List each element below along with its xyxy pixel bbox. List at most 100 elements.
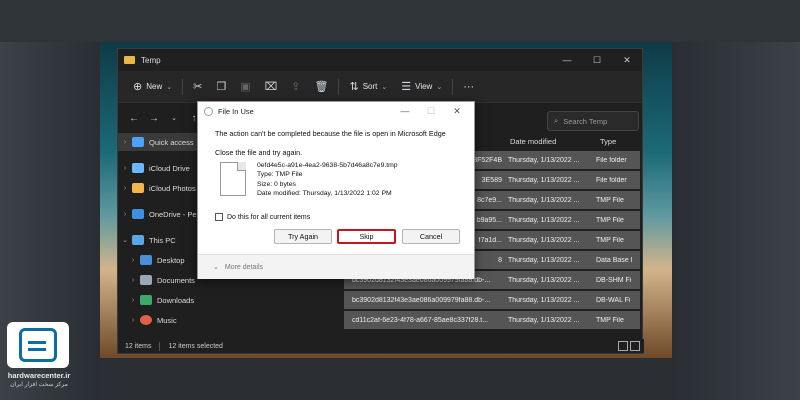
column-header-type[interactable]: Type bbox=[600, 137, 616, 146]
status-bar: 12 items 12 items selected bbox=[118, 339, 644, 353]
view-button[interactable]: ☰ View ⌄ bbox=[394, 75, 449, 99]
copy-button[interactable]: ❐ bbox=[209, 75, 233, 99]
file-type: TMP File bbox=[596, 316, 624, 324]
sidebar-item-downloads[interactable]: › Downloads bbox=[118, 291, 228, 309]
scissors-icon: ✂ bbox=[193, 81, 203, 93]
file-type: Type: TMP File bbox=[257, 171, 303, 179]
divider bbox=[452, 78, 454, 95]
search-icon: ⌕ bbox=[554, 116, 559, 125]
file-date: Thursday, 1/13/2022 ... bbox=[508, 156, 580, 164]
try-again-button[interactable]: Try Again bbox=[274, 229, 332, 244]
chevron-down-icon[interactable]: ⌄ bbox=[164, 114, 184, 122]
skip-button[interactable]: Skip bbox=[337, 229, 396, 244]
chevron-down-icon: ⌄ bbox=[122, 237, 128, 244]
computer-icon bbox=[132, 235, 144, 245]
close-icon[interactable]: ✕ bbox=[444, 104, 470, 118]
dialog-title: File In Use bbox=[218, 106, 254, 116]
minimize-icon[interactable]: — bbox=[392, 104, 418, 118]
view-icon: ☰ bbox=[401, 81, 412, 93]
delete-button[interactable]: 🗑 bbox=[308, 75, 336, 99]
table-row[interactable]: bc3902d8132f43e3ae086a009979fa88.db-... … bbox=[344, 291, 640, 309]
chevron-right-icon: › bbox=[131, 316, 135, 324]
checkbox-label: Do this for all current items bbox=[227, 213, 311, 221]
table-row[interactable]: cd11c2af-6e23-4f78-a667-85ae8c337f28.t..… bbox=[344, 311, 640, 329]
selected-count: 12 items selected bbox=[168, 342, 223, 350]
file-name: 0efd4e5c-a91e-4ea2-9638-5b7d46a8c7e9.tmp bbox=[257, 162, 398, 169]
desktop-backdrop-top bbox=[0, 0, 800, 42]
file-date: Thursday, 1/13/2022 ... bbox=[508, 216, 580, 224]
cut-button[interactable]: ✂ bbox=[186, 75, 209, 99]
star-icon bbox=[132, 137, 144, 147]
minimize-icon[interactable]: — bbox=[552, 49, 582, 71]
chevron-right-icon: › bbox=[131, 276, 135, 284]
chevron-right-icon: › bbox=[123, 210, 127, 218]
desktop-backdrop-bottom bbox=[100, 358, 672, 400]
dialog-instruction: Close the file and try again. bbox=[215, 148, 303, 157]
window-controls: — ☐ ✕ bbox=[552, 49, 642, 71]
rename-button[interactable]: ⌧ bbox=[258, 75, 285, 99]
chevron-right-icon: › bbox=[123, 138, 127, 146]
file-type: TMP File bbox=[596, 196, 624, 204]
apply-all-checkbox[interactable] bbox=[215, 213, 223, 221]
back-arrow-icon[interactable]: ← bbox=[124, 113, 144, 124]
sort-button[interactable]: ⇅ Sort ⌄ bbox=[342, 75, 394, 99]
trash-icon: 🗑 bbox=[314, 81, 329, 93]
column-header-date[interactable]: Date modified bbox=[510, 137, 556, 146]
tiles-view-icon[interactable] bbox=[630, 341, 640, 351]
share-button[interactable]: ⇪ bbox=[284, 75, 307, 99]
circuit-logo-icon bbox=[19, 328, 57, 362]
file-document-icon bbox=[220, 162, 246, 196]
paste-button[interactable]: ▣ bbox=[233, 75, 257, 99]
sidebar-item-music[interactable]: › Music bbox=[118, 311, 228, 329]
file-date: Thursday, 1/13/2022 ... bbox=[508, 296, 580, 304]
chevron-down-icon: ⌄ bbox=[381, 83, 388, 91]
share-icon: ⇪ bbox=[291, 81, 301, 93]
file-name: cd11c2af-6e23-4f78-a667-85ae8c337f28.t..… bbox=[352, 316, 489, 324]
more-details-toggle[interactable]: ⌄ More details bbox=[198, 254, 474, 279]
sort-label: Sort bbox=[362, 82, 378, 91]
photos-icon bbox=[132, 183, 144, 193]
folder-icon bbox=[124, 56, 135, 64]
search-input[interactable]: ⌕ Search Temp bbox=[547, 111, 639, 131]
cloud-icon bbox=[132, 209, 144, 219]
file-date: Thursday, 1/13/2022 ... bbox=[508, 196, 580, 204]
maximize-icon[interactable]: ☐ bbox=[418, 104, 444, 118]
file-date: Thursday, 1/13/2022 ... bbox=[508, 316, 580, 324]
cancel-button[interactable]: Cancel bbox=[402, 229, 460, 244]
forward-arrow-icon[interactable]: → bbox=[144, 113, 164, 124]
new-label: New bbox=[146, 82, 163, 91]
divider bbox=[338, 78, 340, 95]
file-name: bc3902d8132f43e3ae086a009979fa88.db-... bbox=[352, 296, 491, 304]
sidebar-item-label: Music bbox=[157, 315, 177, 325]
new-button[interactable]: ⊕ New ⌄ bbox=[126, 75, 179, 99]
plus-icon: ⊕ bbox=[133, 81, 143, 93]
sidebar-item-label: iCloud Drive bbox=[149, 163, 190, 173]
window-title: Temp bbox=[141, 55, 161, 65]
site-logo bbox=[7, 322, 69, 368]
view-switcher bbox=[618, 341, 640, 351]
maximize-icon[interactable]: ☐ bbox=[582, 49, 612, 71]
chevron-right-icon: › bbox=[131, 296, 135, 304]
close-icon[interactable]: ✕ bbox=[612, 49, 642, 71]
item-count: 12 items bbox=[125, 342, 152, 350]
file-date: Thursday, 1/13/2022 ... bbox=[508, 176, 580, 184]
chevron-right-icon: › bbox=[131, 256, 135, 264]
app-icon bbox=[204, 106, 213, 116]
file-date: Thursday, 1/13/2022 ... bbox=[508, 276, 580, 284]
apply-all-checkbox-row[interactable]: Do this for all current items bbox=[215, 213, 310, 221]
sidebar-item-label: OneDrive - Pers bbox=[149, 209, 203, 219]
file-type: File folder bbox=[596, 156, 627, 164]
file-date: Thursday, 1/13/2022 ... bbox=[508, 256, 580, 264]
more-options-button[interactable]: ··· bbox=[456, 75, 481, 99]
cloud-icon bbox=[132, 163, 144, 173]
chevron-right-icon: › bbox=[123, 184, 127, 192]
copy-icon: ❐ bbox=[216, 81, 227, 93]
sort-icon: ⇅ bbox=[349, 81, 359, 93]
chevron-down-icon: ⌄ bbox=[166, 83, 173, 91]
divider bbox=[182, 78, 184, 95]
more-icon: ··· bbox=[463, 80, 475, 93]
sidebar-item-label: Quick access bbox=[149, 137, 194, 147]
details-view-icon[interactable] bbox=[618, 341, 628, 351]
document-icon bbox=[140, 275, 152, 285]
file-type: Data Base I bbox=[596, 256, 633, 264]
